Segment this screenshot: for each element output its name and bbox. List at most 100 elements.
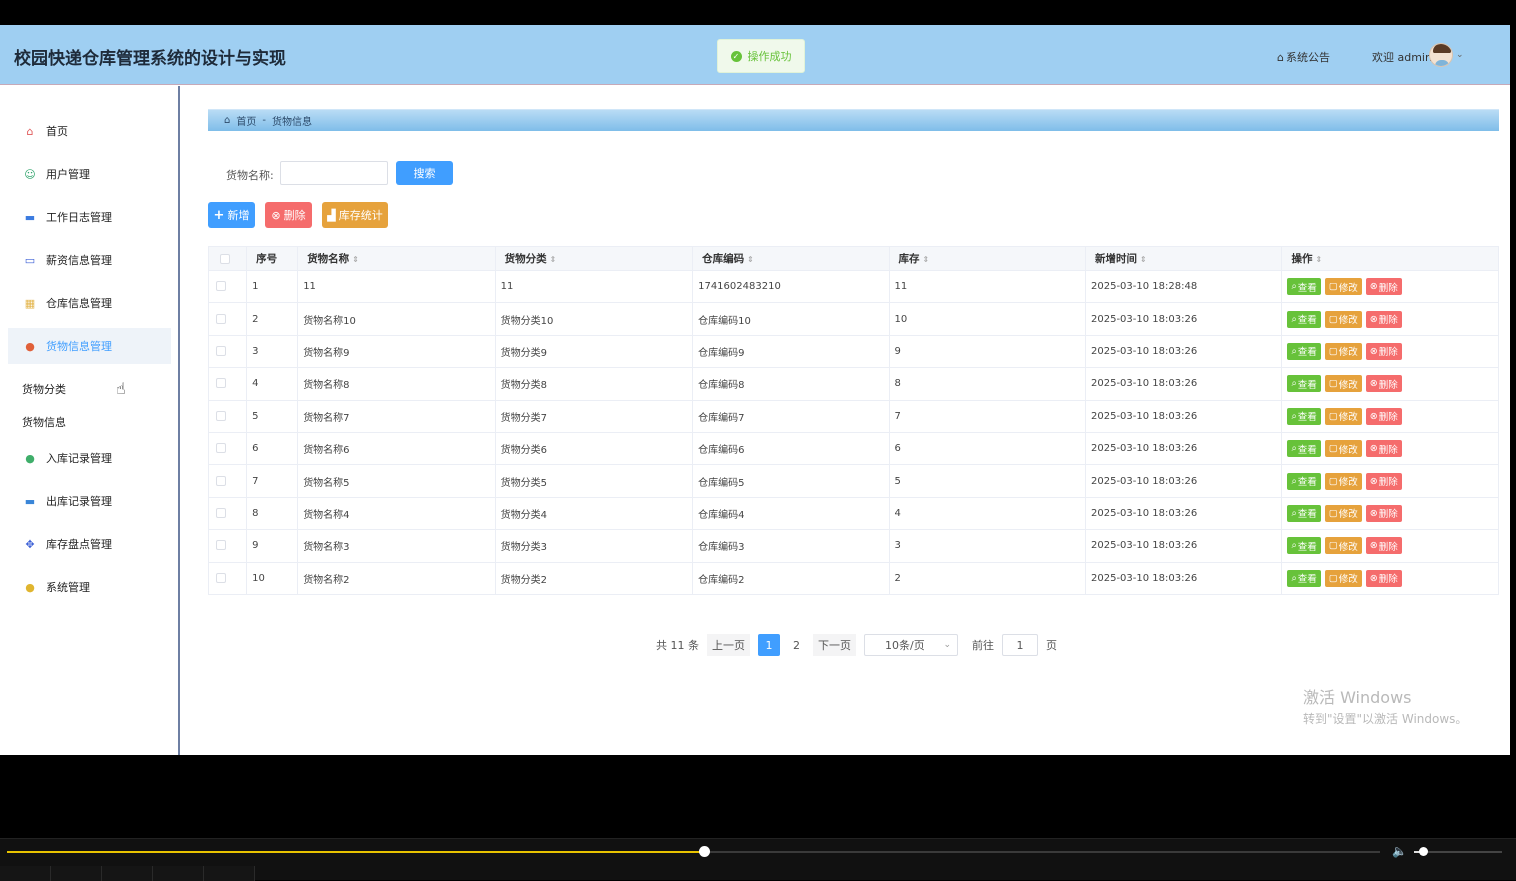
- select-all-cell[interactable]: [207, 246, 248, 271]
- sort-icon[interactable]: ⇕: [352, 255, 359, 264]
- column-header[interactable]: 库存 ⇕: [888, 246, 1087, 271]
- column-header[interactable]: 新增时间 ⇕: [1084, 246, 1283, 271]
- sidebar-item[interactable]: ▬ 工作日志管理: [8, 199, 171, 235]
- view-button[interactable]: ⌕ 查看: [1287, 440, 1321, 458]
- row-select-cell[interactable]: [207, 367, 248, 401]
- sort-icon[interactable]: ⇕: [923, 255, 930, 264]
- row-checkbox[interactable]: [216, 540, 226, 551]
- volume-track[interactable]: [1414, 847, 1502, 856]
- row-checkbox[interactable]: [216, 378, 226, 389]
- delete-button[interactable]: ⊗ 删除: [1365, 407, 1402, 425]
- view-button[interactable]: ⌕ 查看: [1287, 472, 1321, 490]
- row-checkbox[interactable]: [216, 443, 226, 454]
- add-button[interactable]: + 新增: [208, 202, 255, 228]
- page-1-button[interactable]: 1: [758, 634, 780, 656]
- table-cell: 货物分类6: [494, 431, 694, 466]
- chevron-down-icon[interactable]: ⌄: [1456, 50, 1464, 60]
- edit-button[interactable]: ▢ 修改: [1324, 375, 1362, 393]
- view-button[interactable]: ⌕ 查看: [1287, 342, 1321, 360]
- row-checkbox[interactable]: [216, 410, 226, 421]
- delete-button[interactable]: ⊗ 删除: [1365, 504, 1402, 522]
- sidebar-item[interactable]: ● 系统管理: [8, 569, 171, 605]
- row-select-cell[interactable]: [207, 269, 248, 304]
- row-select-cell[interactable]: [207, 496, 248, 531]
- next-page-button[interactable]: 下一页: [813, 634, 856, 656]
- row-select-cell[interactable]: [207, 334, 248, 369]
- column-header[interactable]: 仓库编码 ⇕: [692, 246, 890, 271]
- view-button[interactable]: ⌕ 查看: [1287, 278, 1321, 296]
- edit-button[interactable]: ▢ 修改: [1324, 407, 1362, 425]
- view-button[interactable]: ⌕ 查看: [1287, 504, 1321, 522]
- bulk-delete-button[interactable]: ⊗ 删除: [265, 202, 312, 228]
- edit-button[interactable]: ▢ 修改: [1324, 537, 1362, 555]
- row-select-cell[interactable]: [207, 561, 248, 595]
- row-checkbox[interactable]: [216, 507, 226, 518]
- progress-handle[interactable]: [699, 846, 711, 857]
- sidebar-item[interactable]: ☺ 用户管理: [8, 156, 171, 192]
- table-cell: 货物分类7: [494, 399, 694, 433]
- volume-handle[interactable]: [1418, 847, 1428, 856]
- sidebar-subitem[interactable]: 货物分类: [22, 381, 66, 397]
- goto-page-input[interactable]: 1: [1002, 634, 1038, 656]
- sidebar-item[interactable]: ✥ 库存盘点管理: [8, 526, 171, 562]
- page-2-button[interactable]: 2: [788, 634, 805, 656]
- sidebar-item[interactable]: ▦ 仓库信息管理: [8, 285, 171, 321]
- view-button[interactable]: ⌕ 查看: [1287, 407, 1321, 425]
- view-button[interactable]: ⌕ 查看: [1287, 375, 1321, 393]
- sidebar: ⌂ 首页 ☺ 用户管理 ▬ 工作日志管理 ▭ 薪资信息管理 ▦ 仓库信息管理 ● 货物信息管理 ● 入库记…: [0, 86, 180, 755]
- edit-button[interactable]: ▢ 修改: [1324, 440, 1362, 458]
- delete-button[interactable]: ⊗ 删除: [1365, 310, 1402, 328]
- sidebar-item[interactable]: ● 货物信息管理: [8, 328, 171, 364]
- delete-button[interactable]: ⊗ 删除: [1365, 375, 1402, 393]
- edit-button[interactable]: ▢ 修改: [1324, 504, 1362, 522]
- sidebar-item[interactable]: ▬ 出库记录管理: [8, 483, 171, 519]
- sort-icon[interactable]: ⇕: [550, 255, 557, 264]
- table-cell: 货物分类5: [494, 464, 694, 498]
- edit-button[interactable]: ▢ 修改: [1324, 310, 1362, 328]
- progress-track[interactable]: [7, 846, 1380, 857]
- page-size-select[interactable]: 10条/页 ⌄: [864, 634, 958, 656]
- delete-button[interactable]: ⊗ 删除: [1365, 440, 1402, 458]
- system-notice-link[interactable]: ⌂ 系统公告: [1277, 49, 1330, 65]
- volume-icon[interactable]: 🔈: [1392, 844, 1407, 858]
- row-checkbox[interactable]: [216, 475, 226, 486]
- column-header[interactable]: 货物名称 ⇕: [297, 246, 496, 271]
- row-checkbox[interactable]: [216, 313, 226, 324]
- search-input[interactable]: [280, 161, 388, 185]
- view-button[interactable]: ⌕ 查看: [1287, 569, 1321, 587]
- edit-button[interactable]: ▢ 修改: [1324, 472, 1362, 490]
- delete-button[interactable]: ⊗ 删除: [1365, 472, 1402, 490]
- view-button[interactable]: ⌕ 查看: [1287, 537, 1321, 555]
- row-select-cell[interactable]: [207, 302, 248, 336]
- edit-button[interactable]: ▢ 修改: [1324, 342, 1362, 360]
- search-button[interactable]: 搜索: [396, 161, 453, 185]
- view-button[interactable]: ⌕ 查看: [1287, 310, 1321, 328]
- row-select-cell[interactable]: [207, 529, 248, 563]
- delete-button[interactable]: ⊗ 删除: [1365, 537, 1402, 555]
- delete-button[interactable]: ⊗ 删除: [1365, 342, 1402, 360]
- edit-button[interactable]: ▢ 修改: [1324, 278, 1362, 296]
- delete-button[interactable]: ⊗ 删除: [1365, 569, 1402, 587]
- row-checkbox[interactable]: [216, 345, 226, 356]
- sidebar-subitem[interactable]: 货物信息: [22, 414, 66, 430]
- select-all-checkbox[interactable]: [220, 253, 230, 264]
- row-select-cell[interactable]: [207, 464, 248, 498]
- delete-button[interactable]: ⊗ 删除: [1365, 278, 1402, 296]
- sort-icon[interactable]: ⇕: [747, 255, 754, 264]
- sidebar-item[interactable]: ▭ 薪资信息管理: [8, 242, 171, 278]
- column-header[interactable]: 货物分类 ⇕: [494, 246, 694, 271]
- row-checkbox[interactable]: [216, 281, 226, 292]
- table-cell: 7: [246, 464, 299, 498]
- row-actions-cell: ⌕ 查看 ▢ 修改 ⊗ 删除: [1281, 464, 1499, 498]
- sidebar-item[interactable]: ● 入库记录管理: [8, 440, 171, 476]
- breadcrumb-home[interactable]: 首页: [236, 113, 256, 128]
- row-select-cell[interactable]: [207, 399, 248, 433]
- avatar[interactable]: [1429, 43, 1453, 67]
- row-select-cell[interactable]: [207, 431, 248, 466]
- row-checkbox[interactable]: [216, 572, 226, 583]
- sort-icon[interactable]: ⇕: [1140, 255, 1147, 264]
- prev-page-button[interactable]: 上一页: [707, 634, 750, 656]
- stock-stats-button[interactable]: ▟ 库存统计: [322, 202, 388, 228]
- sidebar-item[interactable]: ⌂ 首页: [8, 113, 171, 149]
- edit-button[interactable]: ▢ 修改: [1324, 569, 1362, 587]
